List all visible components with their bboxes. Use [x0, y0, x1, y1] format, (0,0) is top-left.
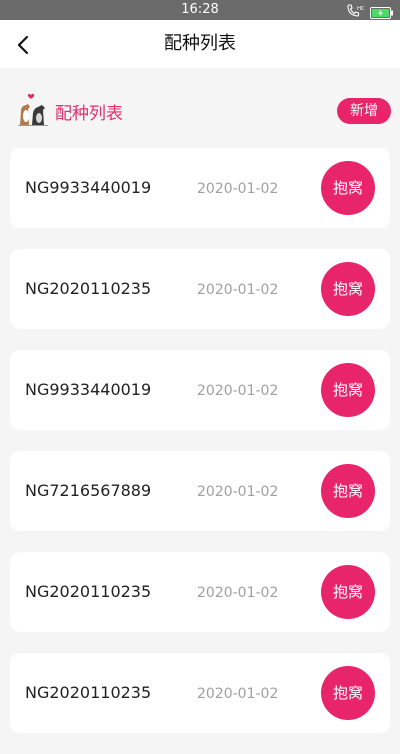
record-code: NG9933440019 — [25, 178, 152, 197]
brood-button[interactable]: 抱窝 — [321, 161, 375, 215]
add-button[interactable]: 新增 — [337, 98, 391, 124]
brood-button[interactable]: 抱窝 — [321, 464, 375, 518]
list-item[interactable]: NG9933440019 2020-01-02 抱窝 — [10, 148, 390, 228]
nav-bar: 配种列表 — [0, 20, 400, 68]
record-date: 2020-01-02 — [197, 585, 279, 601]
status-time: 16:28 — [181, 2, 219, 17]
brood-button[interactable]: 抱窝 — [321, 262, 375, 316]
list-item[interactable]: NG2020110235 2020-01-02 抱窝 — [10, 552, 390, 632]
breeding-list: NG9933440019 2020-01-02 抱窝 NG2020110235 … — [10, 148, 390, 754]
svg-text:HD: HD — [357, 6, 364, 12]
brood-button[interactable]: 抱窝 — [321, 565, 375, 619]
brood-button[interactable]: 抱窝 — [321, 363, 375, 417]
section-title: 配种列表 — [55, 104, 123, 124]
record-date: 2020-01-02 — [197, 282, 279, 298]
list-item[interactable]: NG2020110235 2020-01-02 抱窝 — [10, 249, 390, 329]
dog-couple-icon — [16, 92, 50, 132]
record-date: 2020-01-02 — [197, 383, 279, 399]
list-item[interactable]: NG9933440019 2020-01-02 抱窝 — [10, 350, 390, 430]
status-bar: 16:28 HD — [0, 0, 400, 20]
record-date: 2020-01-02 — [197, 484, 279, 500]
record-date: 2020-01-02 — [197, 686, 279, 702]
record-code: NG9933440019 — [25, 380, 152, 399]
record-code: NG2020110235 — [25, 683, 152, 702]
page-title: 配种列表 — [164, 33, 236, 54]
list-item[interactable]: NG2020110235 2020-01-02 抱窝 — [10, 653, 390, 733]
record-code: NG2020110235 — [25, 279, 152, 298]
brood-button[interactable]: 抱窝 — [321, 666, 375, 720]
list-item[interactable]: NG7216567889 2020-01-02 抱窝 — [10, 451, 390, 531]
record-date: 2020-01-02 — [197, 181, 279, 197]
record-code: NG7216567889 — [25, 481, 152, 500]
record-code: NG2020110235 — [25, 582, 152, 601]
